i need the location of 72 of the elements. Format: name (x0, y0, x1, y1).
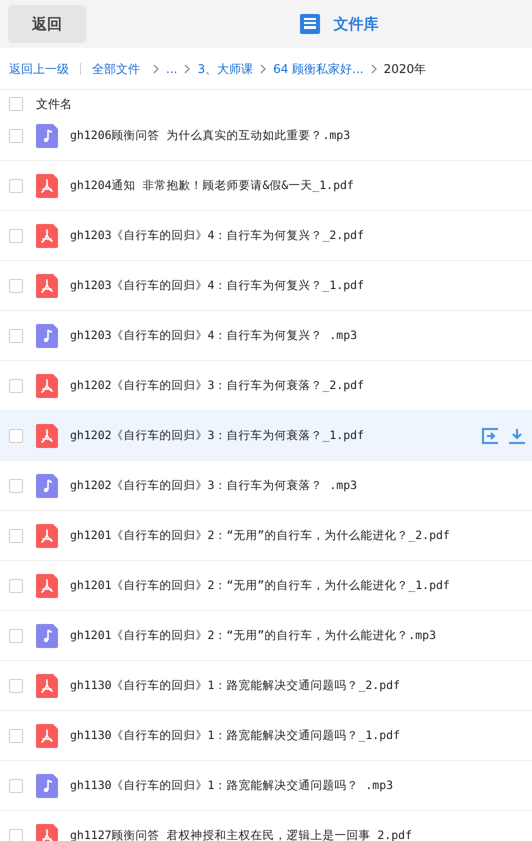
file-row[interactable]: gh1206顾衡问答 为什么真实的互动如此重要？.mp3 (0, 118, 532, 161)
chevron-icon (152, 64, 160, 74)
row-checkbox[interactable] (9, 828, 23, 841)
breadcrumb-current: 2020年 (384, 60, 426, 78)
breadcrumb-link[interactable]: 64 顾衡私家好... (273, 60, 364, 78)
audio-file-icon (36, 324, 58, 348)
pdf-file-icon (36, 824, 58, 841)
file-row[interactable]: gh1203《自行车的回归》4：自行车为何复兴？_1.pdf (0, 261, 532, 311)
file-name: gh1204通知 非常抱歉！顾老师要请&假&一天_1.pdf (70, 176, 354, 194)
breadcrumb-link[interactable]: 3、大师课 (197, 60, 254, 78)
pdf-file-icon (36, 224, 58, 248)
file-row[interactable]: gh1202《自行车的回归》3：自行车为何衰落？ .mp3 (0, 461, 532, 511)
audio-file-icon (36, 624, 58, 648)
file-name: gh1202《自行车的回归》3：自行车为何衰落？ .mp3 (70, 476, 358, 494)
file-name: gh1202《自行车的回归》3：自行车为何衰落？_2.pdf (70, 376, 364, 394)
audio-file-icon (36, 124, 58, 148)
file-name: gh1203《自行车的回归》4：自行车为何复兴？ .mp3 (70, 326, 358, 344)
chevron-icon (370, 64, 378, 74)
chevron-icon (259, 64, 268, 74)
row-checkbox[interactable] (9, 378, 23, 392)
breadcrumb-link[interactable]: 全部文件 (92, 60, 140, 78)
pdf-file-icon (36, 724, 58, 748)
file-name: gh1201《自行车的回归》2：“无用”的自行车，为什么能进化？.mp3 (70, 626, 436, 644)
row-checkbox[interactable] (9, 528, 23, 542)
page-title: 文件库 (334, 14, 378, 35)
row-checkbox[interactable] (9, 178, 23, 192)
pdf-file-icon (36, 424, 58, 448)
library-icon (300, 14, 320, 34)
row-checkbox[interactable] (9, 228, 23, 242)
row-checkbox[interactable] (9, 628, 23, 642)
pdf-file-icon (36, 574, 58, 598)
file-row[interactable]: gh1204通知 非常抱歉！顾老师要请&假&一天_1.pdf (0, 161, 532, 211)
row-checkbox[interactable] (9, 328, 23, 342)
file-name: gh1201《自行车的回归》2：“无用”的自行车，为什么能进化？_1.pdf (70, 576, 450, 594)
pdf-file-icon (36, 174, 58, 198)
row-checkbox[interactable] (9, 728, 23, 742)
file-name: gh1203《自行车的回归》4：自行车为何复兴？_2.pdf (70, 226, 364, 244)
pdf-file-icon (36, 674, 58, 698)
breadcrumb-link[interactable]: ... (166, 60, 178, 78)
back-up-link[interactable]: 返回上一级 (9, 60, 69, 78)
row-checkbox[interactable] (9, 278, 23, 292)
file-name: gh1130《自行车的回归》1：路宽能解决交通问题吗？_1.pdf (70, 726, 400, 744)
row-checkbox[interactable] (9, 128, 23, 142)
audio-file-icon (36, 774, 58, 798)
file-name: gh1202《自行车的回归》3：自行车为何衰落？_1.pdf (70, 426, 364, 444)
row-checkbox[interactable] (9, 778, 23, 792)
file-name: gh1206顾衡问答 为什么真实的互动如此重要？.mp3 (70, 126, 350, 144)
file-name: gh1130《自行车的回归》1：路宽能解决交通问题吗？ .mp3 (70, 776, 394, 794)
row-checkbox[interactable] (9, 578, 23, 592)
row-checkbox[interactable] (9, 478, 23, 492)
pdf-file-icon (36, 274, 58, 298)
row-checkbox[interactable] (9, 678, 23, 692)
file-name: gh1130《自行车的回归》1：路宽能解决交通问题吗？_2.pdf (70, 676, 400, 694)
file-row[interactable]: gh1201《自行车的回归》2：“无用”的自行车，为什么能进化？_1.pdf (0, 561, 532, 611)
file-row[interactable]: gh1130《自行车的回归》1：路宽能解决交通问题吗？ .mp3 (0, 761, 532, 811)
pdf-file-icon (36, 374, 58, 398)
file-name: gh1201《自行车的回归》2：“无用”的自行车，为什么能进化？_2.pdf (70, 526, 450, 544)
file-name: gh1203《自行车的回归》4：自行车为何复兴？_1.pdf (70, 276, 364, 294)
file-row[interactable]: gh1201《自行车的回归》2：“无用”的自行车，为什么能进化？.mp3 (0, 611, 532, 661)
audio-file-icon (36, 474, 58, 498)
back-button[interactable]: 返回 (8, 5, 86, 43)
file-row[interactable]: gh1203《自行车的回归》4：自行车为何复兴？ .mp3 (0, 311, 532, 361)
file-row[interactable]: gh1130《自行车的回归》1：路宽能解决交通问题吗？_2.pdf (0, 661, 532, 711)
chevron-icon (183, 64, 192, 74)
file-row[interactable]: gh1202《自行车的回归》3：自行车为何衰落？_1.pdf (0, 411, 532, 461)
row-checkbox[interactable] (9, 428, 23, 442)
file-row[interactable]: gh1203《自行车的回归》4：自行车为何复兴？_2.pdf (0, 211, 532, 261)
column-header: 文件名 (36, 96, 72, 113)
select-all-checkbox[interactable] (9, 97, 23, 111)
file-row[interactable]: gh1201《自行车的回归》2：“无用”的自行车，为什么能进化？_2.pdf (0, 511, 532, 561)
pdf-file-icon (36, 524, 58, 548)
file-row[interactable]: gh1130《自行车的回归》1：路宽能解决交通问题吗？_1.pdf (0, 711, 532, 761)
